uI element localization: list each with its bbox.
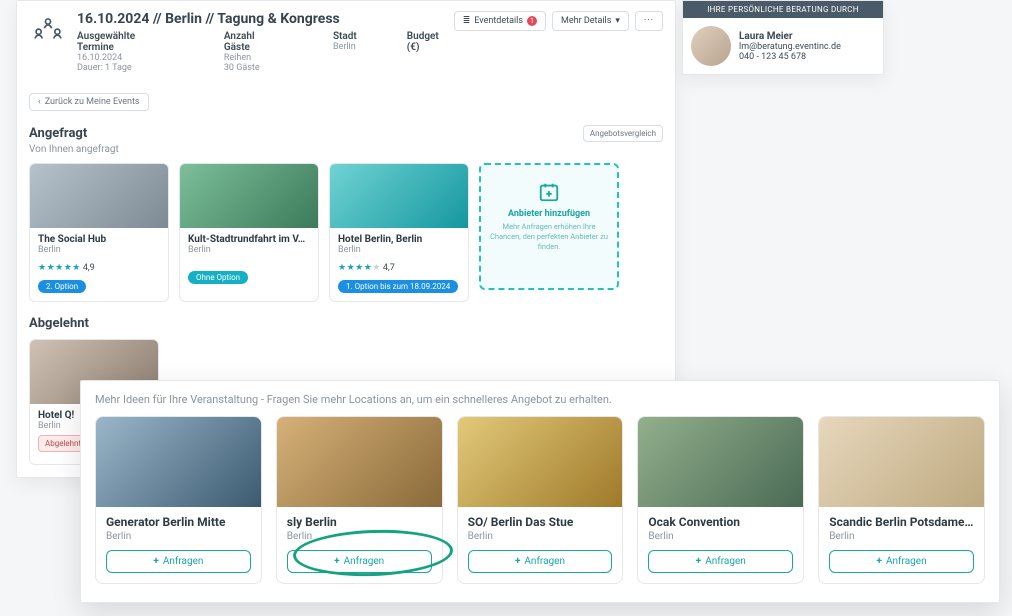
suggestions-caption: Mehr Ideen für Ihre Veranstaltung - Frag… [95,393,985,406]
venue-name: sly Berlin [287,515,432,529]
meta-budget-label: Budget (€) [407,31,454,53]
meta-termine: Ausgewählte Termine 16.10.2024 Dauer: 1 … [77,31,174,73]
plus-icon: + [153,556,158,567]
contact-phone: 040 - 123 45 678 [739,52,841,62]
meta-gaeste: Anzahl Gäste Reihen 30 Gäste [224,31,283,73]
eventdetails-badge: 1 [527,16,537,26]
suggestion-card[interactable]: sly Berlin Berlin + Anfragen [276,416,443,584]
venue-city: Berlin [468,531,613,542]
venue-name: Kult-Stadtrundfahrt im V… [188,234,310,245]
event-header: 16.10.2024 // Berlin // Tagung & Kongres… [17,1,675,83]
back-to-events-button[interactable]: ‹ Zurück zu Meine Events [29,93,149,111]
venue-city: Berlin [287,531,432,542]
chevron-left-icon: ‹ [38,97,41,107]
venue-city: Berlin [648,531,793,542]
venue-stars: ★★★★★ [38,263,81,273]
venue-name: The Social Hub [38,234,160,245]
meta-stadt-label: Stadt [333,31,357,42]
meta-gaeste-reihen: Reihen [224,53,283,63]
option-chip: 1. Option bis zum 18.09.2024 [338,280,458,293]
meta-stadt: Stadt Berlin [333,31,357,73]
suggestion-card[interactable]: Ocak Convention Berlin + Anfragen [637,416,804,584]
anfragen-button[interactable]: + Anfragen [829,550,974,573]
plus-icon: + [334,556,339,567]
suggestion-card[interactable]: SO/ Berlin Das Stue Berlin + Anfragen [457,416,624,584]
anfragen-button[interactable]: + Anfragen [468,550,613,573]
venue-thumbnail [180,164,318,228]
list-icon: ≣ [463,16,471,26]
conference-icon [29,11,67,49]
venue-city: Berlin [106,531,251,542]
venue-city: Berlin [338,245,460,255]
meta-budget: Budget (€) [407,31,454,73]
venue-rating: 4,9 [83,263,95,273]
venue-thumbnail [819,417,984,507]
venue-thumbnail [458,417,623,507]
requested-card[interactable]: Kult-Stadtrundfahrt im V… Berlin Ohne Op… [179,163,319,302]
meta-termine-label: Ausgewählte Termine [77,31,174,53]
contact-name: Laura Meier [739,31,841,42]
anfragen-button[interactable]: + Anfragen [106,550,251,573]
anfragen-label: Anfragen [344,556,385,567]
venue-thumbnail [277,417,442,507]
more-actions-button[interactable]: ··· [635,11,663,31]
requested-card[interactable]: Hotel Berlin, Berlin Berlin ★★★★★4,7 1. … [329,163,469,302]
avatar [691,26,731,66]
plus-icon: + [515,556,520,567]
venue-stars: ★★★★★ [338,263,381,273]
venue-city: Berlin [829,531,974,542]
plus-icon: + [877,556,882,567]
add-provider-card[interactable]: Anbieter hinzufügen Mehr Anfragen erhöhe… [479,163,619,290]
calendar-plus-icon [538,181,560,203]
venue-name: Scandic Berlin Potsdamer … [829,515,974,529]
event-title: 16.10.2024 // Berlin // Tagung & Kongres… [77,11,454,27]
section-angefragt-title: Angefragt [29,126,87,141]
anfragen-label: Anfragen [705,556,746,567]
venue-thumbnail [638,417,803,507]
venue-name: SO/ Berlin Das Stue [468,515,613,529]
add-provider-title: Anbieter hinzufügen [489,209,609,219]
suggestion-card[interactable]: Scandic Berlin Potsdamer … Berlin + Anfra… [818,416,985,584]
back-label: Zurück zu Meine Events [45,97,140,107]
venue-rating: 4,7 [383,263,395,273]
venue-name: Ocak Convention [648,515,793,529]
anfragen-label: Anfragen [163,556,204,567]
anfragen-label: Anfragen [524,556,565,567]
venue-name: Hotel Berlin, Berlin [338,234,460,245]
meta-gaeste-label: Anzahl Gäste [224,31,283,53]
meta-gaeste-count: 30 Gäste [224,63,283,73]
venue-city: Berlin [188,245,310,255]
suggestion-card[interactable]: Generator Berlin Mitte Berlin + Anfragen [95,416,262,584]
option-chip: 2. Option [38,280,86,293]
venue-thumbnail [96,417,261,507]
contact-header: IHRE PERSÖNLICHE BERATUNG DURCH [683,1,883,18]
meta-termine-date: 16.10.2024 [77,53,174,63]
suggestions-panel: Mehr Ideen für Ihre Veranstaltung - Frag… [80,380,1000,603]
meta-stadt-value: Berlin [333,42,357,52]
venue-thumbnail [330,164,468,228]
meta-termine-duration: Dauer: 1 Tage [77,63,174,73]
add-provider-sub: Mehr Anfragen erhöhen Ihre Chancen, den … [489,222,609,251]
eventdetails-button[interactable]: ≣ Eventdetails 1 [454,11,546,31]
section-angefragt-sub: Von Ihnen angefragt [17,144,675,163]
venue-name: Generator Berlin Mitte [106,515,251,529]
section-abgelehnt-title: Abgelehnt [29,316,89,331]
venue-thumbnail [30,164,168,228]
requested-card[interactable]: The Social Hub Berlin ★★★★★4,9 2. Option [29,163,169,302]
angebotsvergleich-button[interactable]: Angebotsvergleich [583,125,663,142]
contact-panel: IHRE PERSÖNLICHE BERATUNG DURCH Laura Me… [682,0,884,75]
contact-email: lm@beratung.eventinc.de [739,42,841,52]
option-chip: Ohne Option [188,271,248,284]
mehr-details-label: Mehr Details [561,16,611,26]
chevron-down-icon: ▾ [615,16,620,26]
anfragen-button[interactable]: + Anfragen [287,550,432,573]
plus-icon: + [696,556,701,567]
venue-city: Berlin [38,245,160,255]
eventdetails-label: Eventdetails [474,16,523,26]
mehr-details-button[interactable]: Mehr Details ▾ [552,11,629,31]
anfragen-label: Anfragen [886,556,927,567]
anfragen-button[interactable]: + Anfragen [648,550,793,573]
